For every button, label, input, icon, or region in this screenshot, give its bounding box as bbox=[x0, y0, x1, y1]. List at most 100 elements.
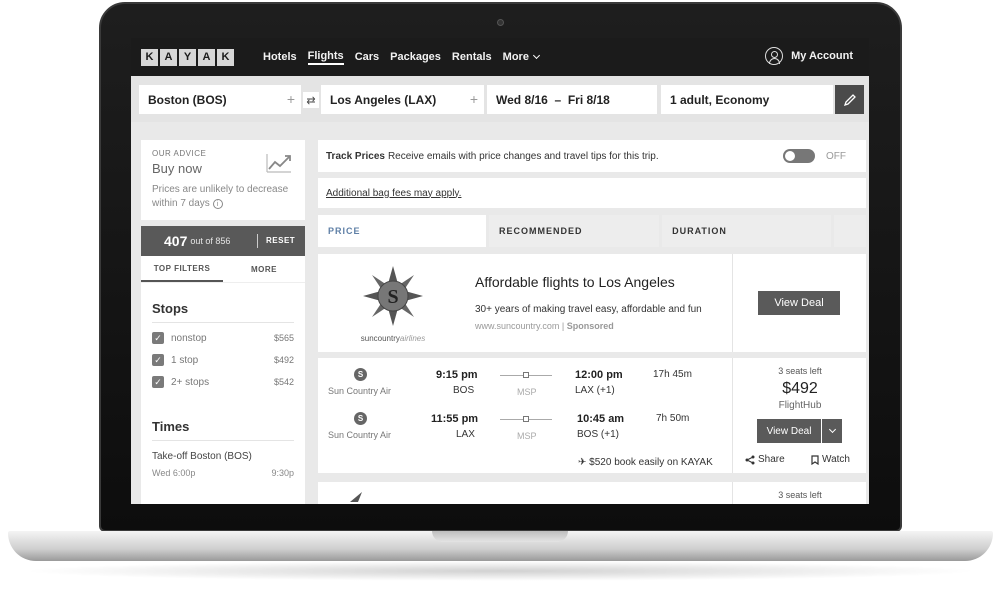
track-prices-toggle[interactable] bbox=[783, 149, 815, 163]
tab-extra[interactable] bbox=[834, 215, 866, 247]
price-column: 3 seats left bbox=[732, 482, 866, 504]
camera bbox=[497, 19, 504, 26]
airline-name: Sun Country Air bbox=[328, 386, 392, 396]
layover-airport: MSP bbox=[517, 431, 537, 441]
departure-time: 11:55 pm bbox=[431, 413, 479, 425]
stops-option-price: $565 bbox=[273, 333, 294, 343]
arrival-airport: BOS (+1) bbox=[577, 429, 619, 440]
more-deals-button[interactable] bbox=[822, 419, 842, 443]
arrival-time: 10:45 am bbox=[577, 413, 625, 425]
time-range-end: 9:30p bbox=[271, 468, 294, 478]
watch-button[interactable]: Watch bbox=[811, 454, 850, 465]
filters-panel: TOP FILTERS MORE Stops ✓ nonstop $565 ✓ … bbox=[141, 256, 305, 504]
sponsored-label: Sponsored bbox=[566, 321, 614, 331]
toggle-state-label: OFF bbox=[826, 151, 846, 162]
departure-time: 9:15 pm bbox=[436, 369, 478, 381]
track-prices-bar: Track Prices Receive emails with price c… bbox=[318, 140, 866, 172]
stops-option-label: nonstop bbox=[171, 332, 207, 344]
info-icon[interactable]: i bbox=[212, 199, 223, 209]
nav-more[interactable]: More bbox=[502, 50, 540, 65]
sponsored-ad-card[interactable]: S suncountryairlines Affordable flights … bbox=[318, 254, 866, 352]
trend-up-icon bbox=[266, 154, 291, 173]
stops-option-2-plus[interactable]: ✓ 2+ stops $542 bbox=[152, 375, 294, 389]
stops-title: Stops bbox=[152, 301, 294, 323]
results-main: Track Prices Receive emails with price c… bbox=[318, 140, 866, 504]
nav-hotels[interactable]: Hotels bbox=[263, 50, 297, 65]
nav-packages[interactable]: Packages bbox=[390, 50, 441, 65]
kayak-logo[interactable]: K A Y A K bbox=[141, 48, 234, 66]
nav-rentals[interactable]: Rentals bbox=[452, 50, 492, 65]
times-title: Times bbox=[152, 419, 294, 441]
nav-cars[interactable]: Cars bbox=[355, 50, 379, 65]
edit-search-button[interactable] bbox=[835, 85, 864, 114]
laptop-shadow bbox=[20, 561, 980, 581]
ad-title[interactable]: Affordable flights to Los Angeles bbox=[475, 274, 675, 290]
price-column: 3 seats left $492 FlightHub View Deal Sh… bbox=[732, 358, 866, 473]
swap-icon[interactable]: ⇄ bbox=[303, 92, 319, 108]
flight-result-card[interactable]: 3 seats left bbox=[318, 482, 866, 504]
results-total: out of 856 bbox=[190, 236, 231, 246]
stops-option-nonstop[interactable]: ✓ nonstop $565 bbox=[152, 331, 294, 345]
laptop-notch bbox=[432, 531, 568, 542]
logo-text: suncountry bbox=[360, 334, 400, 343]
stop-marker bbox=[523, 372, 529, 378]
price-advice-card: OUR ADVICE Buy now Prices are unlikely t… bbox=[141, 140, 305, 220]
arrival-time: 12:00 pm bbox=[575, 369, 623, 381]
airline-logo-icon bbox=[350, 492, 362, 502]
plane-icon: ✈ bbox=[578, 457, 587, 468]
provider-name: FlightHub bbox=[778, 400, 822, 411]
tab-recommended[interactable]: RECOMMENDED bbox=[489, 215, 660, 247]
tab-price[interactable]: PRICE bbox=[318, 215, 487, 247]
sun-icon: S bbox=[363, 266, 423, 326]
flight-leg-return: S Sun Country Air 11:55 pm LAX MSP 10:45… bbox=[318, 408, 732, 448]
reset-button[interactable]: RESET bbox=[266, 236, 295, 245]
screen: K A Y A K Hotels Flights Cars Packages R… bbox=[131, 38, 869, 504]
watch-label: Watch bbox=[822, 454, 850, 465]
stops-option-price: $542 bbox=[273, 377, 294, 387]
flight-price: $492 bbox=[782, 380, 818, 397]
stop-marker bbox=[523, 416, 529, 422]
departure-airport: LAX bbox=[456, 429, 475, 440]
airline-name: Sun Country Air bbox=[328, 430, 392, 440]
checkbox-checked-icon[interactable]: ✓ bbox=[152, 354, 164, 366]
bag-fees-link[interactable]: Additional bag fees may apply. bbox=[318, 178, 866, 208]
stops-option-1-stop[interactable]: ✓ 1 stop $492 bbox=[152, 353, 294, 367]
nav-flights[interactable]: Flights bbox=[307, 50, 344, 65]
tab-duration[interactable]: DURATION bbox=[662, 215, 832, 247]
svg-text:S: S bbox=[387, 286, 398, 308]
travelers-field[interactable]: 1 adult, Economy bbox=[661, 85, 833, 114]
book-text: $520 book easily on KAYAK bbox=[589, 457, 713, 468]
share-button[interactable]: Share bbox=[745, 454, 785, 465]
sort-tabs: PRICE RECOMMENDED DURATION bbox=[318, 215, 866, 247]
ad-view-deal-button[interactable]: View Deal bbox=[758, 291, 840, 315]
pencil-icon bbox=[843, 93, 856, 106]
takeoff-label: Take-off Boston (BOS) bbox=[152, 451, 252, 462]
results-count-bar: 407 out of 856 RESET bbox=[141, 226, 305, 256]
ad-url: www.suncountry.com | Sponsored bbox=[475, 321, 614, 331]
layover-airport: MSP bbox=[517, 387, 537, 397]
origin-field[interactable]: Boston (BOS) + bbox=[139, 85, 301, 114]
checkbox-checked-icon[interactable]: ✓ bbox=[152, 332, 164, 344]
share-label: Share bbox=[758, 454, 785, 465]
dates-value: Wed 8/16 – Fri 8/18 bbox=[496, 92, 610, 107]
user-icon bbox=[765, 47, 784, 65]
flight-result-card[interactable]: S Sun Country Air 9:15 pm BOS MSP 12:00 … bbox=[318, 358, 866, 473]
bookmark-icon bbox=[811, 454, 819, 465]
logo-text-2: airlines bbox=[399, 334, 426, 343]
view-deal-button[interactable]: View Deal bbox=[757, 419, 821, 443]
tab-more-filters[interactable]: MORE bbox=[223, 256, 305, 282]
add-origin-icon[interactable]: + bbox=[287, 91, 295, 107]
logo-letter: K bbox=[217, 48, 234, 66]
add-destination-icon[interactable]: + bbox=[470, 91, 478, 107]
time-range-start: Wed 6:00p bbox=[152, 468, 196, 478]
book-on-kayak[interactable]: ✈ $520 book easily on KAYAK bbox=[578, 457, 713, 468]
dates-field[interactable]: Wed 8/16 – Fri 8/18 bbox=[487, 85, 657, 114]
stops-option-price: $492 bbox=[273, 355, 294, 365]
seats-left: 3 seats left bbox=[778, 490, 822, 500]
tab-top-filters[interactable]: TOP FILTERS bbox=[141, 256, 223, 282]
my-account-button[interactable]: My Account bbox=[765, 47, 853, 65]
nav-more-label: More bbox=[502, 51, 529, 63]
divider bbox=[732, 254, 733, 352]
checkbox-checked-icon[interactable]: ✓ bbox=[152, 376, 164, 388]
destination-field[interactable]: Los Angeles (LAX) + bbox=[321, 85, 484, 114]
